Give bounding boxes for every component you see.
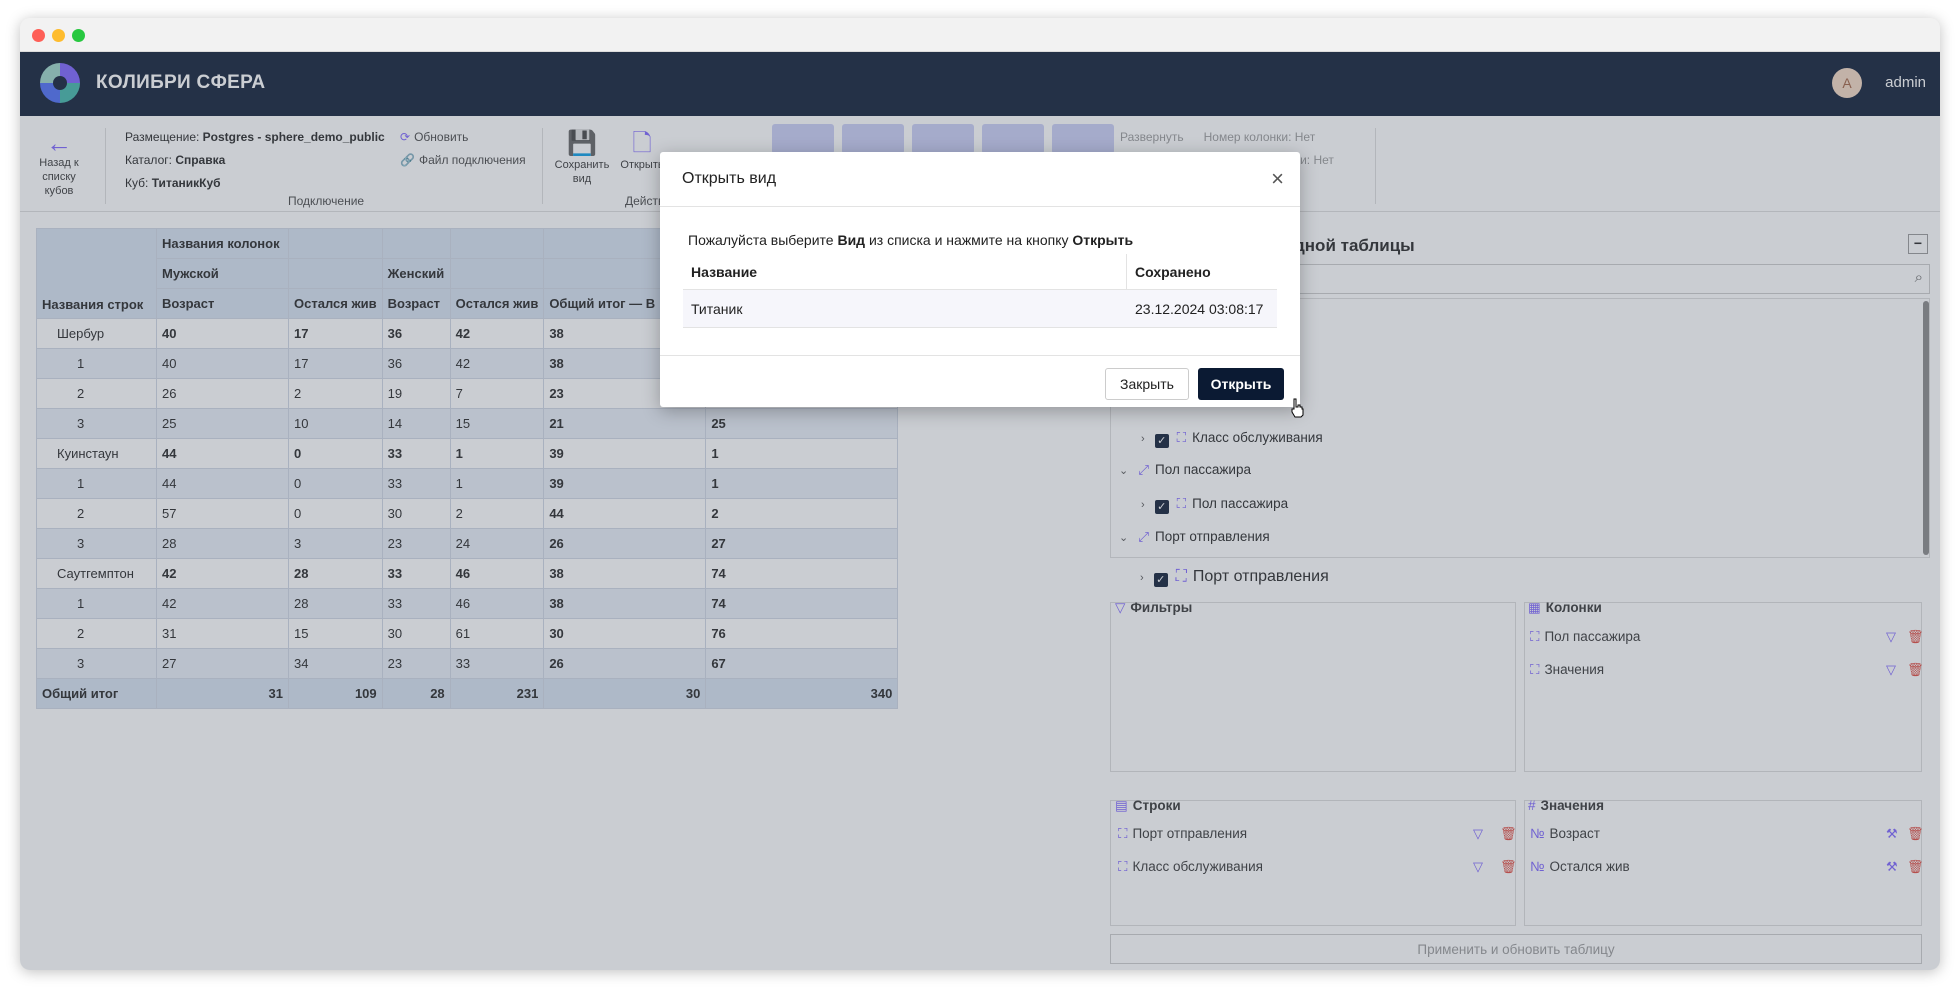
view-saved-date: 23.12.2024 03:08:17 bbox=[1135, 301, 1264, 317]
open-button[interactable]: Открыть bbox=[1198, 368, 1284, 400]
views-table: Название Сохранено Титаник 23.12.2024 03… bbox=[683, 254, 1277, 328]
close-icon[interactable]: × bbox=[1271, 168, 1284, 190]
column-header-saved[interactable]: Сохранено bbox=[1135, 264, 1211, 280]
open-view-dialog: Открыть вид × Пожалуйста выберите Вид из… bbox=[660, 152, 1300, 407]
minimize-window-button[interactable] bbox=[52, 29, 65, 42]
view-name: Титаник bbox=[691, 301, 743, 317]
maximize-window-button[interactable] bbox=[72, 29, 85, 42]
close-window-button[interactable] bbox=[32, 29, 45, 42]
divider bbox=[660, 355, 1300, 356]
window-titlebar bbox=[20, 18, 1940, 52]
hand-cursor-icon bbox=[1291, 398, 1304, 418]
dialog-hint: Пожалуйста выберите Вид из списка и нажм… bbox=[688, 232, 1134, 248]
close-button[interactable]: Закрыть bbox=[1105, 368, 1189, 400]
divider bbox=[660, 206, 1300, 207]
views-table-header: Название Сохранено bbox=[683, 254, 1277, 290]
dialog-title: Открыть вид bbox=[682, 170, 777, 187]
app-window: КОЛИБРИ СФЕРА A admin ← Назад к списку к… bbox=[20, 18, 1940, 970]
table-row[interactable]: Титаник 23.12.2024 03:08:17 bbox=[683, 290, 1277, 328]
column-header-name[interactable]: Название bbox=[691, 264, 757, 280]
